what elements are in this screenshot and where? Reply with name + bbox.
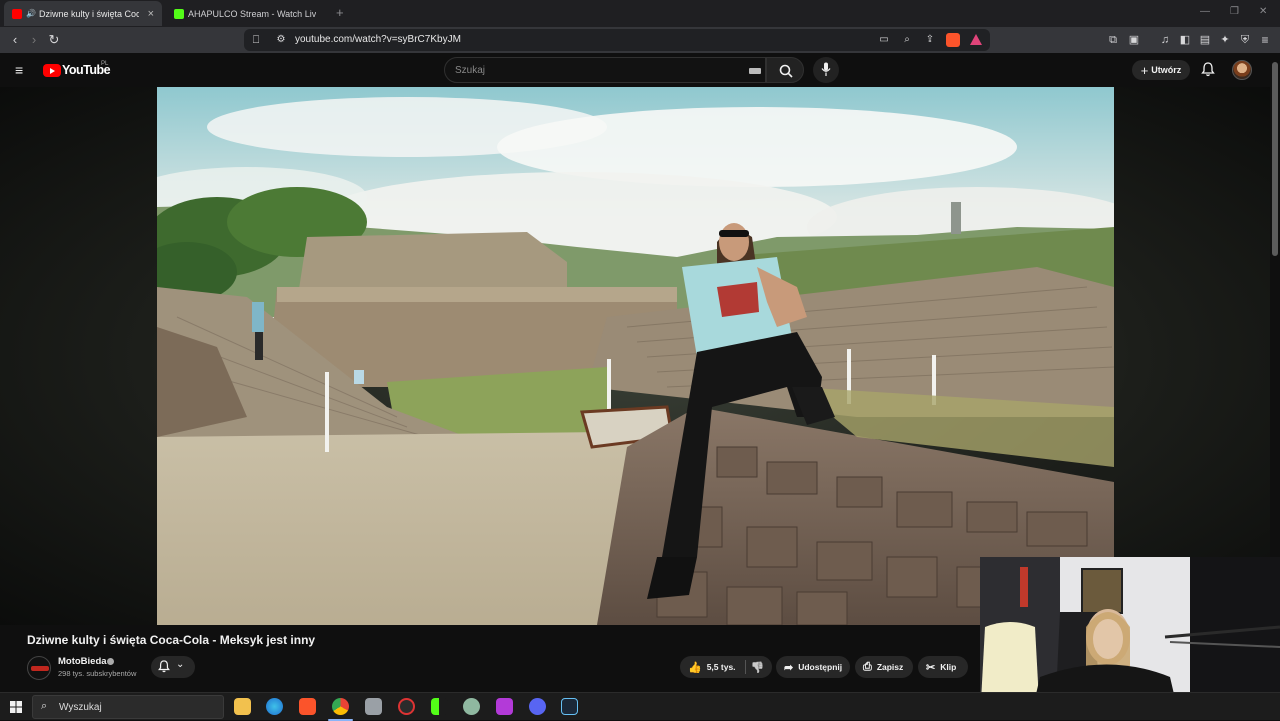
video-frame-image — [157, 87, 1114, 625]
taskbar-search-icon: ⌕ — [41, 700, 48, 712]
url-text: youtube.com/watch?v=syBrC7KbyJM — [295, 34, 461, 45]
channel-logo-icon — [31, 666, 49, 671]
back-icon[interactable]: ‹ — [7, 32, 23, 48]
streaming-app-icon[interactable] — [431, 698, 448, 715]
voice-search-button[interactable] — [813, 57, 839, 83]
search-placeholder: Szukaj — [455, 65, 486, 76]
microphone-icon — [821, 62, 831, 76]
crypto-wallet-icon[interactable]: ▤ — [1197, 32, 1213, 48]
brave-browser-icon[interactable] — [299, 698, 316, 715]
vpn-icon[interactable]: ⛨ — [1237, 32, 1253, 48]
thumbs-up-icon[interactable]: 👍 — [688, 661, 702, 674]
clip-label: Klip — [940, 662, 957, 672]
tab-kick-stream[interactable]: AHAPULCO Stream - Watch Live on K — [166, 1, 326, 26]
page-scrollbar-thumb[interactable] — [1272, 62, 1278, 256]
chrome-browser-icon[interactable] — [328, 698, 353, 721]
bookmark-icon[interactable]: ⎕ — [248, 32, 264, 48]
create-button[interactable]: + Utwórz — [1132, 60, 1190, 80]
video-player[interactable] — [157, 87, 1114, 625]
windows-taskbar: ⌕ Wyszukaj — [0, 692, 1280, 721]
create-label: Utwórz — [1151, 65, 1182, 75]
search-icon — [779, 64, 793, 78]
steam-icon[interactable] — [561, 698, 578, 715]
notifications-bell-icon[interactable] — [1201, 62, 1215, 77]
leo-ai-icon[interactable]: ✦ — [1217, 32, 1233, 48]
close-tab-icon[interactable]: × — [148, 8, 154, 20]
hamburger-menu-icon[interactable]: ≡ — [15, 62, 23, 78]
like-dislike-group: 👍 5,5 tys. 👎 — [680, 656, 772, 678]
menu-icon[interactable]: ≡ — [1257, 32, 1273, 48]
browser-toolbar: ‹ › ↻ ⎕ ⚙ youtube.com/watch?v=syBrC7KbyJ… — [0, 27, 1280, 53]
like-count[interactable]: 5,5 tys. — [707, 662, 736, 672]
taskbar-search-label: Wyszukaj — [59, 702, 102, 713]
brave-shields-icon[interactable] — [946, 33, 960, 47]
scissors-icon: ✂ — [926, 661, 936, 674]
clip-button[interactable]: ✂ Klip — [918, 656, 968, 678]
media-icon[interactable]: ♫ — [1157, 32, 1173, 48]
windows-start-icon[interactable] — [10, 701, 22, 713]
extensions-icon[interactable]: ⧉ — [1105, 32, 1121, 48]
share-label: Udostępnij — [798, 662, 843, 672]
chat-app-icon[interactable] — [496, 698, 513, 715]
bell-icon — [158, 660, 170, 673]
tab-title: Dziwne kulty i święta Coca-Co — [38, 8, 139, 19]
channel-name[interactable]: MotoBieda — [58, 656, 107, 667]
obs-icon[interactable] — [398, 698, 415, 715]
forward-icon[interactable]: › — [26, 32, 42, 48]
verified-badge-icon — [107, 658, 114, 665]
save-label: Zapisz — [876, 662, 904, 672]
app-icon[interactable] — [365, 698, 382, 715]
restore-icon[interactable]: ❐ — [1230, 6, 1239, 17]
subscriber-count: 298 tys. subskrybentów — [58, 669, 137, 678]
close-window-icon[interactable]: ✕ — [1259, 6, 1267, 17]
file-explorer-icon[interactable] — [234, 698, 251, 715]
region-code: PL — [101, 61, 109, 67]
plus-icon: + — [1140, 62, 1149, 78]
utility-app-icon[interactable] — [463, 698, 480, 715]
edge-browser-icon[interactable] — [266, 698, 283, 715]
taskbar-search-box[interactable]: ⌕ Wyszukaj — [32, 695, 224, 719]
wallet-icon[interactable]: ▣ — [1126, 32, 1142, 48]
reload-icon[interactable]: ↻ — [46, 32, 62, 48]
keyboard-icon[interactable] — [749, 68, 761, 74]
brave-rewards-icon[interactable] — [970, 34, 982, 45]
youtube-header: ≡ YouTube PL Szukaj + Utwórz — [0, 53, 1280, 87]
sidebar-icon[interactable]: ◧ — [1177, 32, 1193, 48]
minimize-icon[interactable]: — — [1200, 6, 1210, 17]
tab-title: AHAPULCO Stream - Watch Live on K — [188, 8, 316, 19]
browser-tab-strip: 🔊 Dziwne kulty i święta Coca-Co × AHAPUL… — [0, 0, 1280, 27]
youtube-logo-icon[interactable] — [43, 64, 61, 77]
address-bar[interactable]: ⎕ ⚙ youtube.com/watch?v=syBrC7KbyJM ▭ ⌕ … — [244, 29, 990, 51]
youtube-favicon-icon — [12, 8, 22, 19]
new-tab-button[interactable]: + — [336, 5, 344, 20]
cast-icon[interactable]: ▭ — [876, 32, 892, 48]
account-avatar[interactable] — [1232, 60, 1252, 80]
thumbs-down-icon[interactable]: 👎 — [751, 661, 765, 674]
chevron-down-icon: ⌄ — [176, 659, 185, 670]
share-button[interactable]: ➦ Udostępnij — [776, 656, 850, 678]
tab-youtube[interactable]: 🔊 Dziwne kulty i święta Coca-Co × — [4, 1, 162, 26]
site-info-icon[interactable]: ⚙ — [273, 32, 289, 48]
search-input[interactable]: Szukaj — [444, 57, 766, 83]
kick-favicon-icon — [174, 8, 184, 19]
save-button[interactable]: ⎙ Zapisz — [855, 656, 913, 678]
audio-playing-icon: 🔊 — [26, 9, 36, 18]
save-playlist-icon: ⎙ — [863, 660, 872, 673]
channel-avatar[interactable] — [27, 656, 51, 680]
share-arrow-icon: ➦ — [784, 661, 794, 674]
video-title: Dziwne kulty i święta Coca-Cola - Meksyk… — [27, 633, 316, 647]
zoom-icon[interactable]: ⌕ — [899, 32, 915, 48]
discord-icon[interactable] — [529, 698, 546, 715]
subscription-notifications-button[interactable]: ⌄ — [151, 656, 195, 678]
search-button[interactable] — [766, 57, 804, 83]
share-icon[interactable]: ⇪ — [922, 32, 938, 48]
